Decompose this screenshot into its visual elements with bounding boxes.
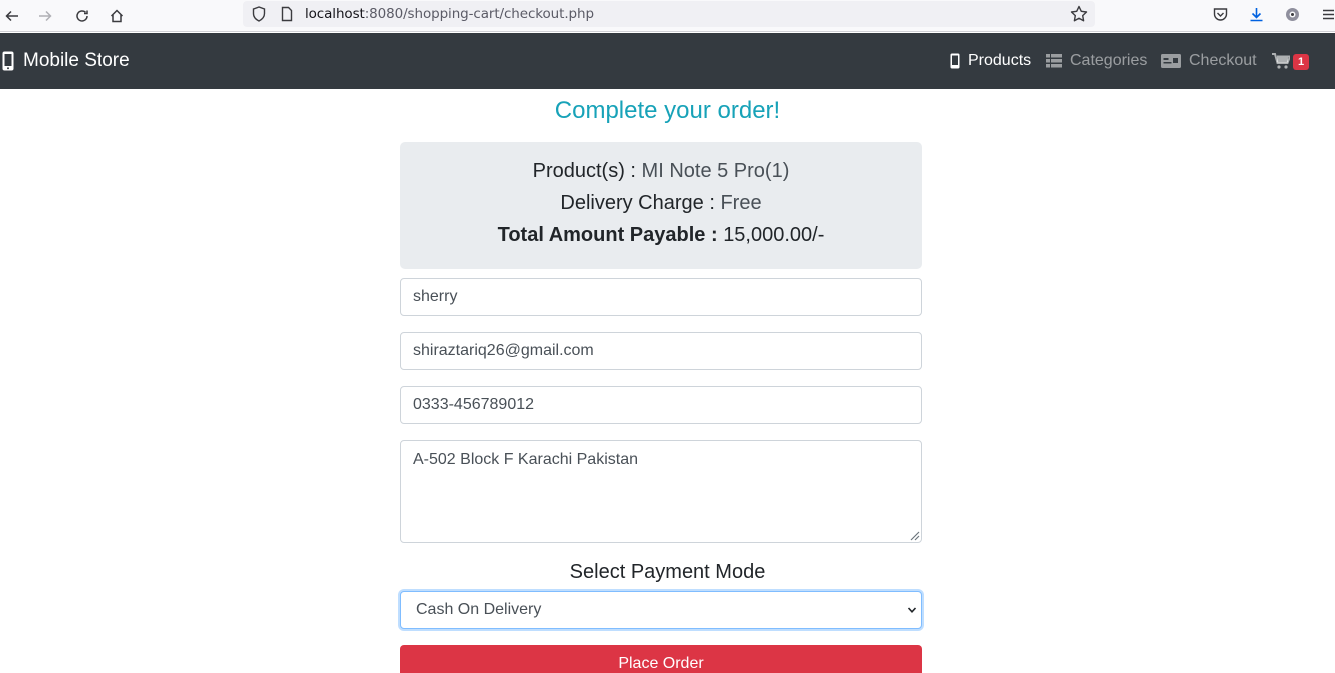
list-icon: [1046, 54, 1062, 68]
nav-checkout[interactable]: Checkout: [1161, 52, 1257, 70]
place-order-button[interactable]: Place Order: [400, 645, 922, 673]
site-navbar: Mobile Store Products Categories Checkou…: [0, 33, 1335, 89]
back-icon[interactable]: [0, 4, 24, 28]
reload-icon[interactable]: [70, 4, 94, 28]
shield-icon[interactable]: [250, 5, 268, 23]
summary-products-row: Product(s) : MI Note 5 Pro(1): [400, 160, 922, 183]
email-field[interactable]: shiraztariq26@gmail.com: [400, 332, 922, 370]
mobile-icon: [950, 53, 960, 69]
browser-toolbar: localhost:8080/shopping-cart/checkout.ph…: [0, 0, 1335, 32]
payment-mode-value: Cash On Delivery: [416, 601, 542, 618]
chevron-down-icon: [907, 607, 917, 613]
payment-mode-label: Select Payment Mode: [569, 561, 766, 583]
url-text[interactable]: localhost:8080/shopping-cart/checkout.ph…: [305, 6, 594, 22]
brand-label: Mobile Store: [23, 50, 130, 71]
download-icon[interactable]: [1246, 4, 1266, 24]
brand-link[interactable]: Mobile Store: [2, 50, 130, 72]
summary-total-row: Total Amount Payable : 15,000.00/-: [400, 224, 922, 247]
cart-count-badge: 1: [1293, 54, 1310, 70]
nav-categories[interactable]: Categories: [1046, 52, 1147, 70]
phone-field[interactable]: 0333-456789012: [400, 386, 922, 424]
total-value: 15,000.00/-: [723, 224, 825, 246]
address-text: A-502 Block F Karachi Pakistan: [413, 451, 638, 468]
resize-grip-icon[interactable]: [908, 529, 920, 541]
products-label: Product(s) :: [532, 160, 636, 182]
nav-products-label: Products: [968, 52, 1032, 69]
products-value: MI Note 5 Pro(1): [641, 160, 790, 182]
payment-mode-select[interactable]: Cash On Delivery: [400, 591, 922, 629]
pocket-icon[interactable]: [1210, 4, 1230, 24]
delivery-label: Delivery Charge :: [560, 192, 715, 214]
page-title: Complete your order!: [554, 97, 781, 124]
page-icon[interactable]: [278, 5, 296, 23]
address-textarea[interactable]: A-502 Block F Karachi Pakistan: [400, 440, 922, 543]
home-icon[interactable]: [105, 4, 129, 28]
summary-delivery-row: Delivery Charge : Free: [400, 192, 922, 215]
name-field[interactable]: sherry: [400, 278, 922, 316]
extension-icon[interactable]: [1282, 4, 1302, 24]
delivery-value: Free: [720, 192, 762, 214]
mobile-icon: [2, 51, 14, 71]
nav-checkout-label: Checkout: [1189, 52, 1257, 69]
shopping-cart-icon: [1272, 53, 1290, 69]
cart-link[interactable]: 1: [1272, 53, 1310, 70]
address-bar[interactable]: localhost:8080/shopping-cart/checkout.ph…: [243, 1, 1095, 27]
forward-icon[interactable]: [33, 4, 57, 28]
order-summary: Product(s) : MI Note 5 Pro(1) Delivery C…: [400, 142, 922, 269]
menu-icon[interactable]: [1318, 4, 1335, 24]
nav-categories-label: Categories: [1070, 52, 1148, 69]
bookmark-star-icon[interactable]: [1069, 4, 1089, 24]
card-icon: [1161, 54, 1181, 68]
total-label: Total Amount Payable :: [497, 224, 718, 246]
nav-products[interactable]: Products: [950, 52, 1031, 70]
